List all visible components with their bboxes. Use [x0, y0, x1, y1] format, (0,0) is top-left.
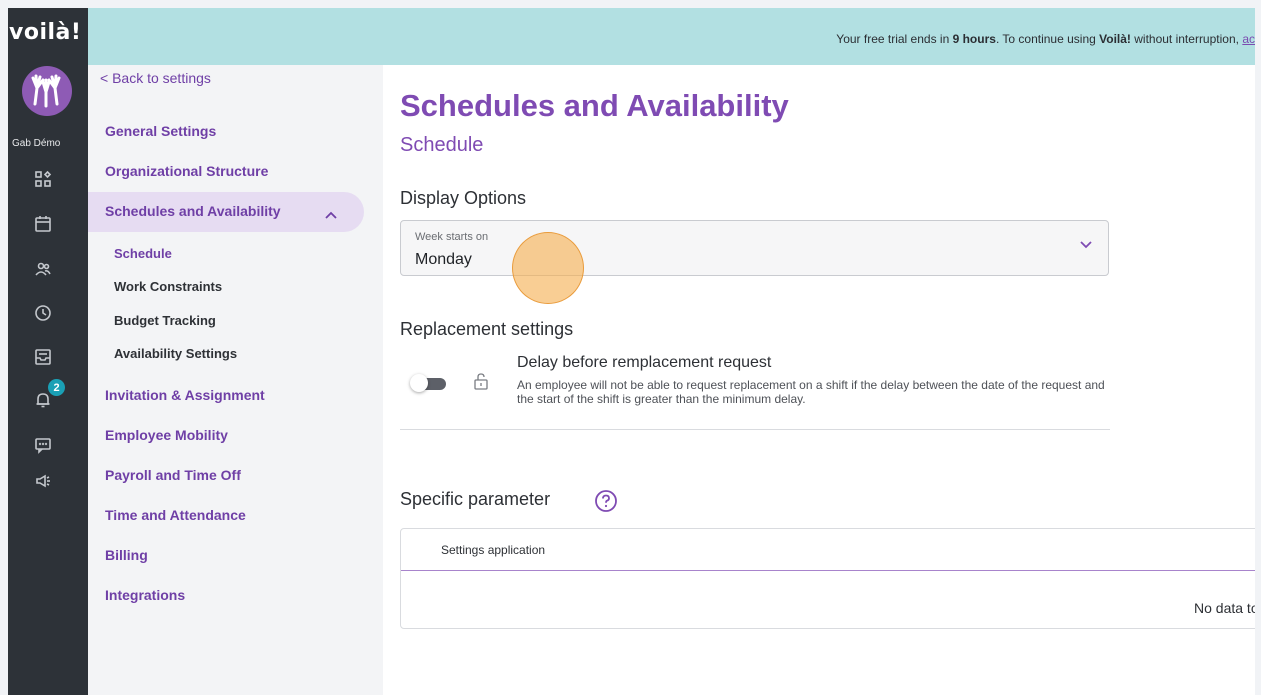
- page-subtitle: Schedule: [400, 134, 484, 156]
- people-icon[interactable]: [32, 258, 54, 280]
- chevron-up-icon[interactable]: [325, 211, 337, 219]
- toggle-knob: [410, 374, 428, 392]
- chevron-down-icon: [1080, 241, 1092, 249]
- nav-organizational-structure[interactable]: Organizational Structure: [105, 163, 268, 179]
- help-icon[interactable]: [594, 489, 618, 513]
- nav-schedules-and-availability[interactable]: Schedules and Availability: [105, 203, 281, 219]
- banner-middle: . To continue using: [995, 32, 1100, 46]
- raised-hands-icon: [31, 74, 61, 108]
- nav-billing[interactable]: Billing: [105, 547, 148, 563]
- week-start-value: Monday: [415, 251, 472, 268]
- main-rail: voilà! Gab Démo 2: [8, 8, 88, 695]
- empty-state-text: No data to: [1194, 600, 1255, 616]
- table-header-divider: [401, 570, 1255, 571]
- back-to-settings-link[interactable]: < Back to settings: [100, 70, 211, 86]
- column-header-settings-application[interactable]: Settings application: [441, 543, 545, 557]
- delay-setting-description: An employee will not be able to request …: [517, 378, 1105, 406]
- subnav-budget-tracking[interactable]: Budget Tracking: [114, 313, 216, 328]
- banner-suffix: without interruption,: [1130, 32, 1243, 46]
- section-divider: [400, 429, 1110, 430]
- nav-employee-mobility[interactable]: Employee Mobility: [105, 427, 228, 443]
- calendar-icon[interactable]: [32, 213, 54, 235]
- banner-link[interactable]: ac: [1242, 32, 1255, 46]
- subnav-work-constraints[interactable]: Work Constraints: [114, 279, 222, 294]
- trial-banner: Your free trial ends in 9 hours. To cont…: [88, 8, 1255, 65]
- chat-icon[interactable]: [32, 434, 54, 456]
- nav-general-settings[interactable]: General Settings: [105, 123, 216, 139]
- nav-invitation-assignment[interactable]: Invitation & Assignment: [105, 387, 265, 403]
- subnav-schedule[interactable]: Schedule: [114, 246, 172, 261]
- banner-time: 9 hours: [952, 32, 996, 46]
- banner-brand: Voilà!: [1099, 32, 1131, 46]
- trial-banner-text: Your free trial ends in 9 hours. To cont…: [836, 32, 1255, 46]
- week-start-select[interactable]: Week starts on Monday: [400, 220, 1109, 276]
- replacement-settings-heading: Replacement settings: [400, 319, 574, 339]
- app-window: voilà! Gab Démo 2 Your free trial ends i…: [8, 8, 1255, 695]
- notification-badge: 2: [48, 379, 65, 396]
- user-name: Gab Démo: [12, 138, 61, 149]
- clock-icon[interactable]: [32, 302, 54, 324]
- nav-payroll-time-off[interactable]: Payroll and Time Off: [105, 467, 241, 483]
- inbox-icon[interactable]: [32, 346, 54, 368]
- megaphone-icon[interactable]: [32, 470, 54, 492]
- display-options-heading: Display Options: [400, 188, 527, 208]
- specific-parameter-heading: Specific parameter: [400, 489, 551, 509]
- subnav-availability-settings[interactable]: Availability Settings: [114, 346, 237, 361]
- delay-setting-title: Delay before remplacement request: [517, 354, 772, 371]
- replacement-delay-toggle[interactable]: [410, 374, 448, 392]
- nav-time-attendance[interactable]: Time and Attendance: [105, 507, 246, 523]
- banner-prefix: Your free trial ends in: [836, 32, 953, 46]
- app-logo[interactable]: voilà!: [8, 20, 88, 45]
- page-title: Schedules and Availability: [400, 88, 789, 123]
- settings-sidebar: < Back to settings General Settings Orga…: [88, 65, 383, 695]
- week-start-label: Week starts on: [415, 231, 489, 243]
- dashboard-icon[interactable]: [32, 168, 54, 190]
- click-indicator: [512, 232, 584, 304]
- lock-icon: [474, 373, 488, 390]
- specific-parameter-table: Settings application No data to: [400, 528, 1255, 629]
- nav-integrations[interactable]: Integrations: [105, 587, 185, 603]
- avatar[interactable]: [22, 66, 72, 116]
